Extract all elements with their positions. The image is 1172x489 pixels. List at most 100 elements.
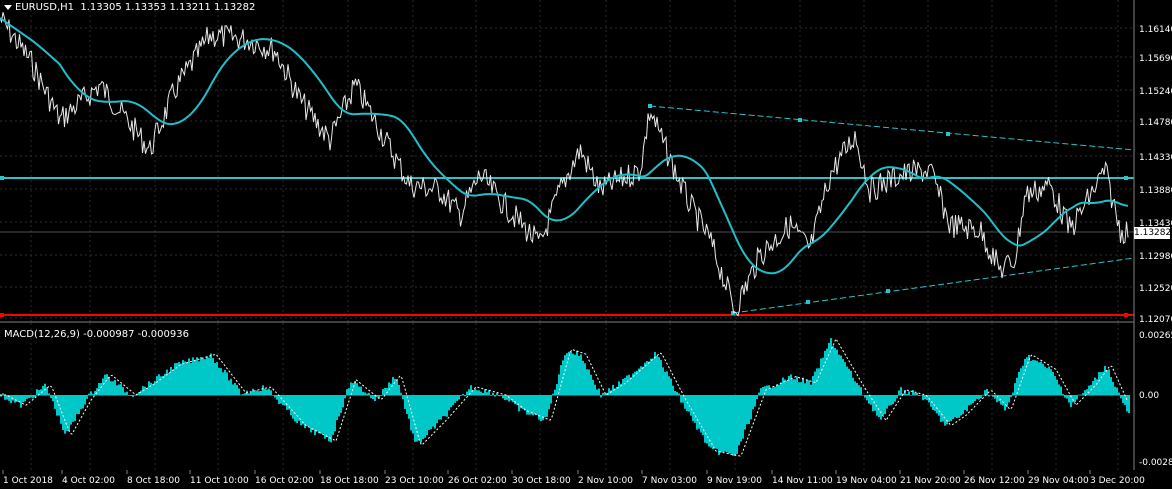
macd-bar	[880, 395, 882, 420]
macd-bar	[588, 369, 590, 396]
macd-bar	[930, 395, 932, 407]
macd-bar	[408, 395, 410, 419]
macd-bar	[982, 394, 984, 396]
macd-label: MACD(12,26,9)	[4, 329, 80, 340]
macd-bar	[882, 395, 884, 416]
time-axis-label: 21 Nov 20:00	[900, 476, 961, 486]
macd-bar	[802, 377, 804, 396]
macd-bar	[84, 395, 86, 405]
macd-bar	[960, 395, 962, 416]
macd-bar	[1088, 385, 1090, 396]
macd-bar	[596, 389, 598, 396]
macd-bar	[858, 385, 860, 396]
macd-bar	[342, 395, 344, 408]
macd-bar	[712, 395, 714, 450]
macd-bar	[584, 363, 586, 396]
macd-bar	[546, 395, 548, 417]
macd-bar	[258, 391, 260, 396]
macd-bar	[226, 372, 228, 396]
macd-bar	[660, 360, 662, 396]
macd-bar	[252, 388, 254, 396]
macd-bar	[436, 395, 438, 424]
macd-bar	[236, 385, 238, 396]
macd-bar	[36, 389, 38, 396]
macd-bar	[828, 342, 830, 396]
macd-bar	[798, 382, 800, 396]
macd-bar	[656, 355, 658, 396]
macd-bar	[126, 391, 128, 396]
macd-bar	[120, 384, 122, 396]
time-axis-label: 26 Nov 12:00	[964, 476, 1025, 486]
macd-bar	[770, 388, 772, 396]
macd-bar	[600, 395, 602, 398]
macd-bar	[740, 395, 742, 442]
chart-title: EURUSD,H1 1.13305 1.13353 1.13211 1.1328…	[4, 2, 255, 13]
macd-bar	[1122, 395, 1124, 404]
support-handle	[0, 313, 4, 317]
macd-bar	[500, 395, 502, 396]
macd-title: MACD(12,26,9) -0.000987 -0.000936	[4, 329, 189, 340]
macd-bar	[950, 395, 952, 422]
dropdown-triangle-icon[interactable]	[4, 4, 12, 10]
macd-bar	[70, 395, 72, 425]
macd-bar	[678, 393, 680, 396]
macd-bar	[230, 378, 232, 396]
macd-bar	[966, 395, 968, 412]
macd-bar	[72, 395, 74, 422]
macd-bar	[944, 395, 946, 426]
macd-bar	[66, 395, 68, 431]
macd-bar	[1120, 395, 1122, 399]
macd-bar	[722, 395, 724, 453]
macd-bar	[46, 387, 48, 396]
macd-bar	[762, 387, 764, 396]
macd-bar	[972, 395, 974, 404]
macd-bar	[424, 395, 426, 438]
macd-bar	[1008, 395, 1010, 403]
macd-bar	[26, 395, 28, 399]
time-axis-label: 23 Oct 10:00	[385, 476, 444, 486]
macd-bar	[346, 389, 348, 396]
macd-bar	[688, 395, 690, 412]
macd-bar	[76, 395, 78, 414]
macd-bar	[454, 395, 456, 403]
macd-bar	[20, 395, 22, 408]
macd-bar	[1056, 379, 1058, 396]
macd-bar	[666, 371, 668, 396]
macd-bar	[736, 395, 738, 454]
macd-bar	[464, 395, 466, 397]
macd-bar	[718, 395, 720, 455]
macd-bar	[826, 348, 828, 396]
macd-bar	[314, 395, 316, 436]
macd-bar	[780, 382, 782, 396]
macd-bar	[894, 395, 896, 402]
trendline-handle	[648, 104, 652, 108]
trading-chart[interactable]: 1.16140 1.15690 1.15240 1.14780 1.14330 1.138…	[0, 0, 1172, 489]
macd-bar	[360, 386, 362, 396]
macd-bar	[1032, 360, 1034, 396]
macd-bar	[362, 391, 364, 396]
macd-bar	[838, 354, 840, 396]
macd-bar	[296, 395, 298, 423]
macd-bar	[308, 395, 310, 427]
macd-bar	[444, 395, 446, 417]
macd-bar	[988, 395, 990, 397]
macd-bar	[80, 395, 82, 410]
macd-bar	[948, 395, 950, 422]
macd-bar	[624, 377, 626, 396]
macd-bar	[394, 378, 396, 396]
macd-bar	[974, 395, 976, 402]
macd-bar	[818, 368, 820, 396]
macd-bar	[1066, 395, 1068, 399]
time-axis-label: 9 Nov 19:00	[707, 476, 762, 486]
macd-bar	[824, 350, 826, 396]
macd-bar	[504, 395, 506, 401]
macd-bar	[242, 394, 244, 396]
macd-bar	[178, 362, 180, 396]
macd-bar	[336, 395, 338, 421]
macd-bar	[1036, 360, 1038, 396]
macd-bar	[250, 392, 252, 396]
macd-bar	[658, 357, 660, 396]
macd-bar	[476, 390, 478, 396]
macd-bar	[330, 395, 332, 443]
macd-bar	[1102, 371, 1104, 396]
